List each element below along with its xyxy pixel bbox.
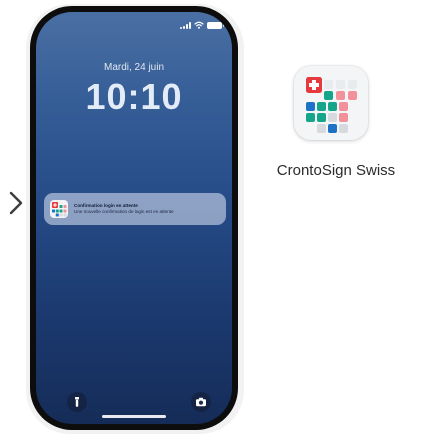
crontosign-app-icon-large[interactable] xyxy=(294,66,368,140)
lock-screen: Mardi, 24 juin 10:10 Confirmation login … xyxy=(36,12,232,424)
lockscreen-date: Mardi, 24 juin xyxy=(103,62,165,73)
wifi-icon xyxy=(194,16,204,34)
page: Mardi, 24 juin 10:10 Confirmation login … xyxy=(0,0,422,434)
camera-icon xyxy=(191,397,211,416)
app-name-label: CrontoSign Swiss xyxy=(276,162,396,179)
battery-icon xyxy=(207,21,224,29)
status-bar xyxy=(180,20,224,30)
notification-title: Confirmation login en attente xyxy=(74,203,138,208)
camera-button[interactable] xyxy=(191,392,211,412)
flashlight-button[interactable] xyxy=(67,392,87,412)
home-indicator[interactable] xyxy=(102,415,166,418)
signal-icon xyxy=(180,21,191,29)
chevron-right-icon[interactable] xyxy=(5,190,25,216)
lockscreen-time: 10:10 xyxy=(85,76,183,117)
notification-card[interactable]: Confirmation login en attente Une nouvel… xyxy=(44,193,226,225)
notification-body: Une nouvelle confirmation de login est e… xyxy=(74,209,174,214)
flashlight-icon xyxy=(67,397,87,416)
crontosign-app-icon xyxy=(50,200,68,218)
